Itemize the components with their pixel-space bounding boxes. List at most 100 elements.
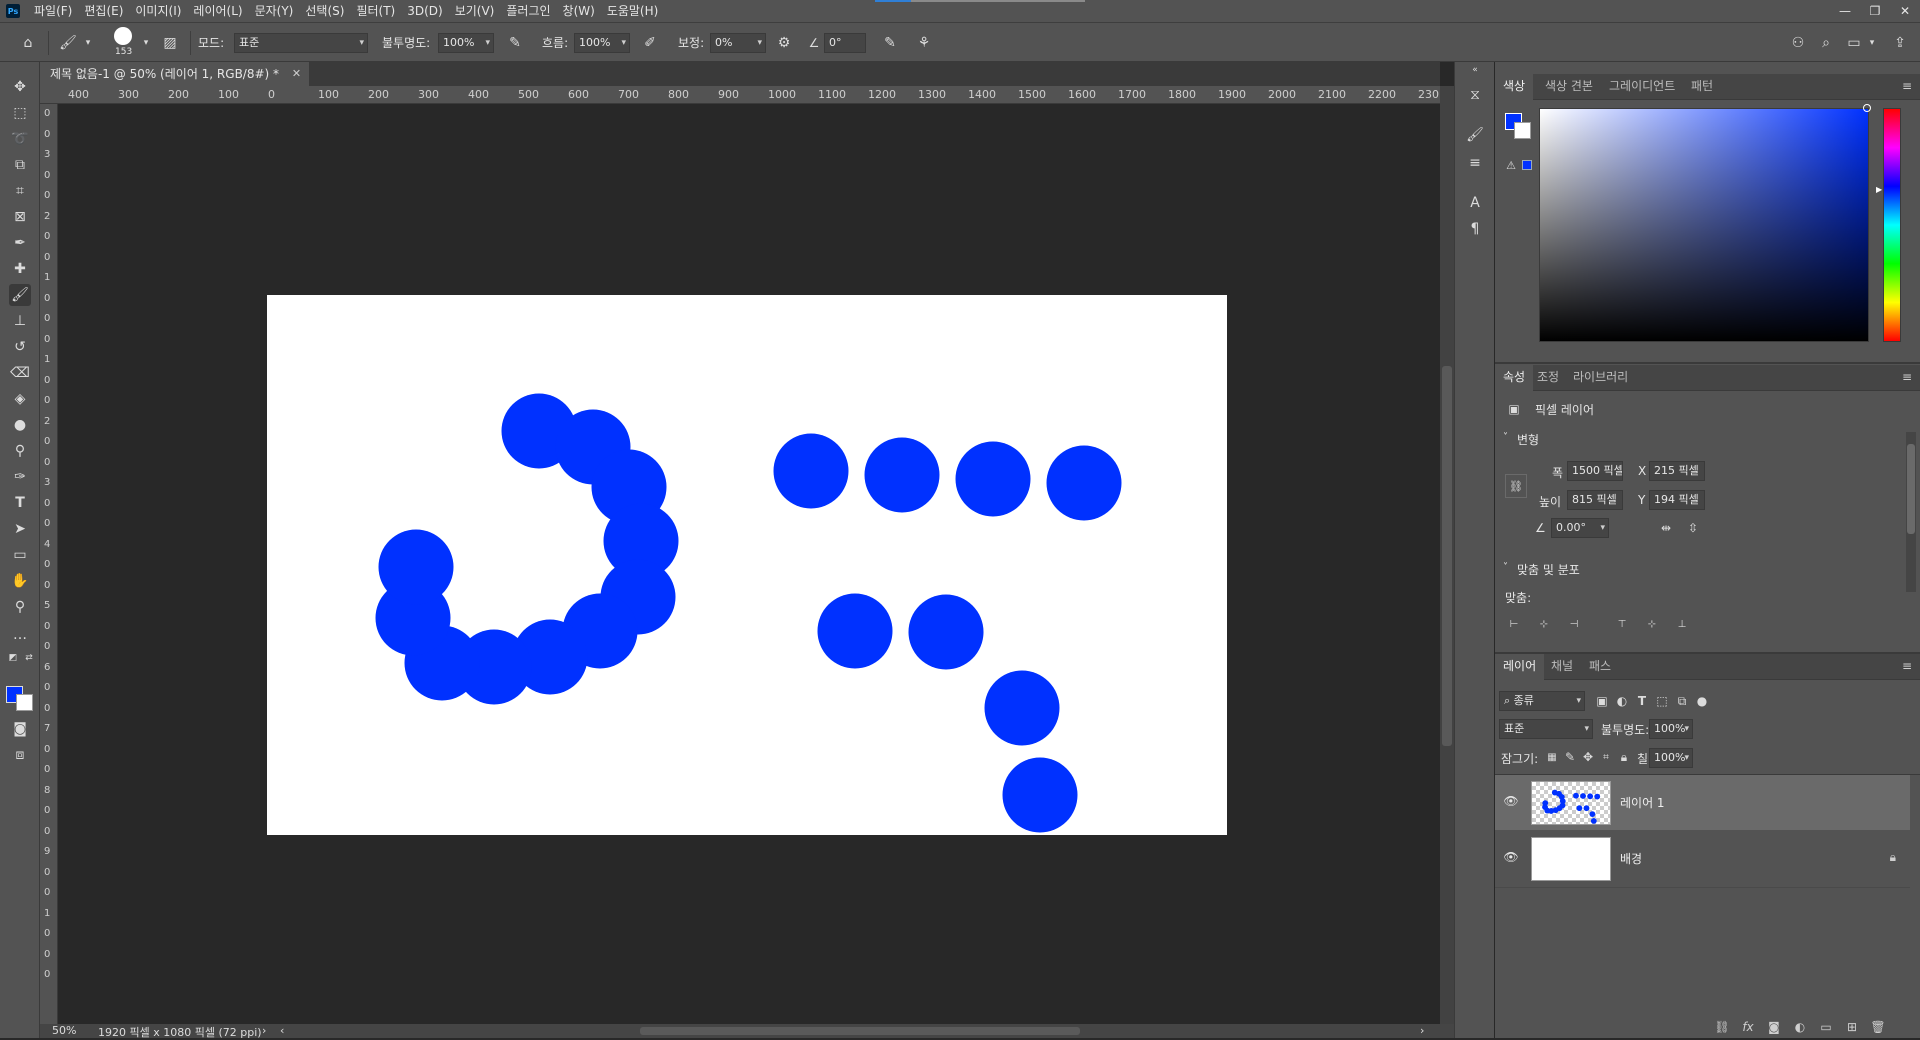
- brush-panel-icon[interactable]: 🖌: [1464, 124, 1486, 146]
- chevron-right-icon[interactable]: ›: [262, 1024, 266, 1037]
- brush-icon[interactable]: 🖌: [58, 33, 78, 53]
- quick-mask-icon[interactable]: ◙: [9, 718, 31, 740]
- mode-select[interactable]: 표준 ▾: [234, 33, 368, 53]
- group-icon[interactable]: ▭: [1817, 1018, 1835, 1036]
- filter-smart-object-icon[interactable]: ⧉: [1673, 692, 1691, 710]
- layer-filter-select[interactable]: ⌕ 종류 ▾: [1499, 691, 1585, 711]
- visibility-eye-icon[interactable]: 👁︎: [1503, 793, 1519, 809]
- lock-artboard-icon[interactable]: ⌗: [1597, 748, 1615, 766]
- smoothing-field[interactable]: 0% ▾: [710, 33, 766, 53]
- collapse-icon[interactable]: «: [1464, 64, 1486, 76]
- lock-pixels-icon[interactable]: ✎: [1561, 748, 1579, 766]
- document-tab[interactable]: 제목 없음-1 @ 50% (레이어 1, RGB/8#) * ✕: [40, 62, 310, 86]
- character-icon[interactable]: A: [1464, 192, 1486, 214]
- link-icon[interactable]: ⛓: [1505, 474, 1527, 498]
- export-icon[interactable]: ⇪: [1890, 33, 1910, 53]
- vertical-scrollbar-thumb[interactable]: [1442, 366, 1452, 746]
- eraser-icon[interactable]: ⌫: [9, 362, 31, 384]
- new-layer-icon[interactable]: ⊞: [1843, 1018, 1861, 1036]
- crop-icon[interactable]: ⌗: [9, 180, 31, 202]
- flow-field[interactable]: 100% ▾: [574, 33, 630, 53]
- layer-opacity-field[interactable]: 100% ▾: [1649, 719, 1693, 739]
- align-left-icon[interactable]: ⊢: [1505, 615, 1523, 633]
- menu-edit[interactable]: 편집(E): [78, 0, 129, 22]
- brush-preset-preview[interactable]: [114, 27, 132, 45]
- color-panel-background-swatch[interactable]: [1514, 122, 1531, 139]
- flip-horizontal-icon[interactable]: ⇹: [1657, 519, 1675, 537]
- lasso-icon[interactable]: ➰: [9, 128, 31, 150]
- chevron-down-icon[interactable]: ▾: [78, 33, 98, 53]
- tab-adjustments[interactable]: 조정: [1529, 365, 1567, 391]
- menu-file[interactable]: 파일(F): [28, 0, 78, 22]
- web-safe-swatch[interactable]: [1522, 160, 1532, 170]
- scroll-left-icon[interactable]: ‹: [280, 1024, 284, 1037]
- menu-layer[interactable]: 레이어(L): [187, 0, 248, 22]
- width-field[interactable]: 1500 픽셀: [1567, 461, 1623, 481]
- chevron-down-icon[interactable]: ▾: [1862, 33, 1882, 53]
- chevron-down-icon[interactable]: ▾: [136, 33, 156, 53]
- tab-channels[interactable]: 채널: [1543, 654, 1581, 680]
- menu-filter[interactable]: 필터(T): [350, 0, 401, 22]
- menu-view[interactable]: 보기(V): [449, 0, 501, 22]
- tab-layers[interactable]: 레이어: [1495, 654, 1545, 680]
- hue-slider-marker[interactable]: ▶: [1876, 185, 1882, 194]
- more-tools-icon[interactable]: …: [9, 624, 31, 646]
- pressure-opacity-icon[interactable]: ✎: [505, 33, 525, 53]
- fx-icon[interactable]: fx: [1739, 1018, 1757, 1036]
- object-select-icon[interactable]: ⧉: [9, 154, 31, 176]
- horizontal-scrollbar-thumb[interactable]: [640, 1027, 1080, 1035]
- history-brush-icon[interactable]: ↺: [9, 336, 31, 358]
- brush-settings-icon[interactable]: ▨: [160, 33, 180, 53]
- tab-swatches[interactable]: 색상 견본: [1537, 74, 1601, 100]
- symmetry-icon[interactable]: ⚘: [914, 33, 934, 53]
- dodge-icon[interactable]: ⚲: [9, 440, 31, 462]
- align-top-icon[interactable]: ⊤: [1613, 615, 1631, 633]
- tab-patterns[interactable]: 패턴: [1683, 74, 1721, 100]
- menu-help[interactable]: 도움말(H): [601, 0, 665, 22]
- blend-mode-select[interactable]: 표준 ▾: [1499, 719, 1593, 739]
- filter-pixel-icon[interactable]: ▣: [1593, 692, 1611, 710]
- tab-properties[interactable]: 속성: [1495, 365, 1534, 391]
- move-icon[interactable]: ✥: [9, 76, 31, 98]
- flip-vertical-icon[interactable]: ⇳: [1684, 519, 1702, 537]
- layer-row[interactable]: 👁︎ 레이어 1: [1495, 775, 1910, 830]
- transform-header[interactable]: 변형: [1517, 431, 1539, 448]
- angle-field[interactable]: 0°: [824, 33, 866, 53]
- height-field[interactable]: 815 픽셀: [1567, 490, 1623, 510]
- marquee-icon[interactable]: ⬚: [9, 102, 31, 124]
- paragraph-icon[interactable]: ¶: [1464, 218, 1486, 240]
- tab-paths[interactable]: 패스: [1581, 654, 1619, 680]
- close-icon[interactable]: ✕: [292, 62, 301, 86]
- rotation-field[interactable]: 0.00° ▾: [1551, 518, 1609, 538]
- menu-type[interactable]: 문자(Y): [249, 0, 300, 22]
- pen-icon[interactable]: ✑: [9, 466, 31, 488]
- visibility-eye-icon[interactable]: 👁︎: [1503, 849, 1519, 865]
- airbrush-icon[interactable]: ✐: [640, 33, 660, 53]
- fill-field[interactable]: 100% ▾: [1649, 748, 1693, 768]
- x-field[interactable]: 215 픽셀: [1649, 461, 1705, 481]
- paint-bucket-icon[interactable]: ◈: [9, 388, 31, 410]
- chevron-down-icon[interactable]: ˅: [1503, 432, 1508, 443]
- panel-menu-icon[interactable]: ≡: [1902, 370, 1912, 384]
- tab-gradients[interactable]: 그레이디언트: [1601, 74, 1683, 100]
- scroll-right-icon[interactable]: ›: [1420, 1024, 1424, 1037]
- document-canvas[interactable]: [267, 295, 1227, 835]
- filter-type-icon[interactable]: T: [1633, 692, 1651, 710]
- panel-menu-icon[interactable]: ≡: [1902, 659, 1912, 673]
- link-icon[interactable]: ⛓: [1713, 1018, 1731, 1036]
- menu-plugins[interactable]: 플러그인: [500, 0, 556, 22]
- zoom-icon[interactable]: ⚲: [9, 596, 31, 618]
- properties-scrollbar-thumb[interactable]: [1907, 444, 1915, 534]
- workspace-icon[interactable]: ▭: [1844, 33, 1864, 53]
- tab-color[interactable]: 색상: [1495, 74, 1534, 100]
- blur-icon[interactable]: ●: [9, 414, 31, 436]
- zoom-level[interactable]: 50%: [52, 1024, 76, 1037]
- close-icon[interactable]: ✕: [1890, 0, 1920, 22]
- frame-icon[interactable]: ⊠: [9, 206, 31, 228]
- align-distribute-header[interactable]: 맞춤 및 분포: [1517, 561, 1580, 578]
- rectangle-icon[interactable]: ▭: [9, 544, 31, 566]
- menu-image[interactable]: 이미지(I): [129, 0, 187, 22]
- align-center-h-icon[interactable]: ⊹: [1535, 615, 1553, 633]
- clone-stamp-icon[interactable]: ⊥: [9, 310, 31, 332]
- hand-icon[interactable]: ✋: [9, 570, 31, 592]
